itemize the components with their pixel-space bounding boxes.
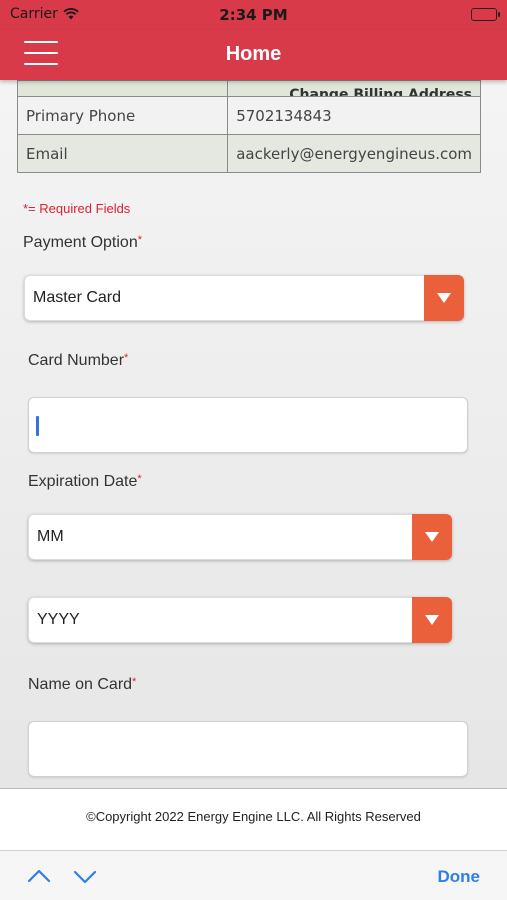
main-content[interactable]: Change Billing Address Primary Phone 570… — [0, 80, 507, 788]
text-caret — [36, 416, 39, 436]
expiration-month-select[interactable]: MM — [28, 514, 452, 560]
required-marker: * — [137, 234, 143, 246]
copyright-text: ©Copyright 2022 Energy Engine LLC. All R… — [86, 809, 421, 824]
battery-icon — [471, 8, 500, 21]
expiration-month-value: MM — [37, 528, 64, 545]
payment-option-value: Master Card — [33, 289, 122, 306]
account-info-table: Change Billing Address Primary Phone 570… — [16, 80, 481, 173]
card-number-label: Card Number* — [28, 352, 128, 370]
required-marker: * — [124, 352, 129, 364]
table-cell — [16, 80, 229, 97]
page-title: Home — [225, 43, 282, 65]
table-row: Email aackerly@energyengineus.com — [16, 134, 481, 173]
chevron-down-icon[interactable] — [412, 597, 452, 643]
name-on-card-label: Name on Card* — [28, 676, 136, 694]
chevron-down-nav-icon[interactable] — [72, 863, 98, 889]
payment-option-label: Payment Option* — [23, 234, 142, 252]
change-billing-address-link[interactable]: Change Billing Address — [227, 80, 481, 97]
status-bar: Carrier 2:34 PM — [0, 0, 507, 30]
required-fields-note: *= Required Fields — [23, 201, 131, 216]
expiration-year-select[interactable]: YYYY — [28, 597, 452, 643]
table-row: Primary Phone 5702134843 — [16, 96, 481, 135]
required-marker: * — [137, 473, 142, 485]
required-marker: * — [132, 676, 137, 688]
payment-option-select[interactable]: Master Card — [24, 275, 464, 321]
name-on-card-label-text: Name on Card — [28, 676, 133, 693]
chevron-down-icon[interactable] — [412, 514, 452, 560]
page-footer: ©Copyright 2022 Energy Engine LLC. All R… — [0, 788, 507, 850]
primary-phone-label: Primary Phone — [16, 96, 229, 135]
expiration-date-label-text: Expiration Date — [28, 473, 138, 490]
email-label: Email — [16, 134, 229, 173]
expiration-date-label: Expiration Date* — [28, 473, 142, 491]
payment-option-label-text: Payment Option — [23, 234, 138, 251]
table-row: Change Billing Address — [16, 80, 481, 97]
app-header: Home — [0, 30, 507, 80]
keyboard-accessory-bar: Done — [0, 850, 507, 900]
primary-phone-value: 5702134843 — [227, 96, 481, 135]
status-time: 2:34 PM — [219, 6, 288, 24]
card-number-label-text: Card Number — [28, 352, 125, 369]
email-value: aackerly@energyengineus.com — [227, 134, 481, 173]
chevron-down-icon[interactable] — [424, 275, 464, 321]
done-button[interactable]: Done — [438, 867, 481, 887]
chevron-up-icon[interactable] — [26, 863, 52, 889]
card-number-input[interactable] — [28, 397, 468, 453]
expiration-year-value: YYYY — [37, 611, 80, 628]
name-on-card-input[interactable] — [28, 721, 468, 777]
